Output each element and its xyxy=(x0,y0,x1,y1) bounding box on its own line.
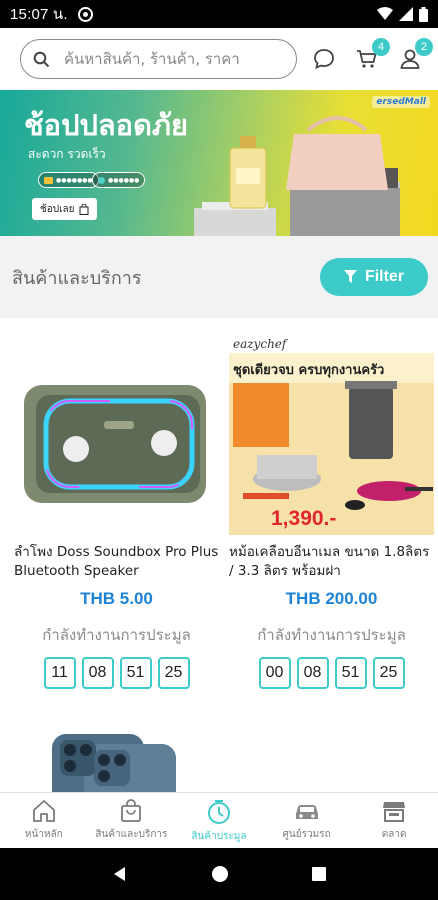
timer-icon xyxy=(207,800,230,824)
product-name: ลำโพง Doss Soundbox Pro Plus Bluetooth S… xyxy=(14,544,219,579)
banner-shop-label: ช้อปเลย xyxy=(40,203,75,215)
store-icon xyxy=(383,802,406,822)
status-time: 15:07 น. xyxy=(10,6,68,23)
countdown-seconds: 25 xyxy=(157,657,190,689)
product-image xyxy=(14,335,219,535)
app-header: 4 2 xyxy=(0,28,438,90)
nav-market[interactable]: ตลาด xyxy=(350,793,438,848)
nav-products-services[interactable]: สินค้าและบริการ xyxy=(88,793,176,848)
promo-banner[interactable]: ช้อปปลอดภัย สะดวก รวดเร็ว ●●●●●●● ●●●●●●… xyxy=(0,90,438,236)
status-bar: 15:07 น. xyxy=(0,0,438,28)
product-card[interactable] xyxy=(14,726,219,792)
search-bar[interactable] xyxy=(20,39,297,79)
auction-countdown: 11 08 51 25 xyxy=(14,657,219,689)
home-button-icon[interactable] xyxy=(211,865,229,883)
filter-button[interactable]: Filter xyxy=(320,258,428,296)
section-title: สินค้าและบริการ xyxy=(12,267,142,289)
image-headline-text: ชุดเดียวจบ ครบทุกงานครัว xyxy=(233,363,385,378)
recents-icon[interactable] xyxy=(311,866,327,882)
countdown-hours: 08 xyxy=(81,657,114,689)
banner-products-illustration xyxy=(194,116,400,236)
banner-secure-badge: ●●●●●● xyxy=(92,172,146,188)
product-price: THB 5.00 xyxy=(80,589,153,608)
nav-label: ตลาด xyxy=(381,829,407,840)
section-header: สินค้าและบริการ Filter xyxy=(0,236,438,318)
nav-label: สินค้าและบริการ xyxy=(95,829,168,840)
nav-label: หน้าหลัก xyxy=(24,829,63,840)
product-image: eazychef ชุดเดียวจบ ครบทุกงานครัว 1,390.… xyxy=(229,335,434,535)
nav-label: ศูนย์รวมรถ xyxy=(282,829,331,840)
notification-icon xyxy=(77,6,93,22)
image-brand-text: eazychef xyxy=(233,337,287,351)
account-badge: 2 xyxy=(415,38,433,56)
shopping-bag-icon xyxy=(79,203,89,215)
nav-label: สินค้าประมูล xyxy=(191,831,247,842)
product-card[interactable]: eazychef ชุดเดียวจบ ครบทุกงานครัว 1,390.… xyxy=(229,335,434,689)
phone-illustration xyxy=(52,734,176,792)
wifi-icon xyxy=(377,7,393,20)
signal-icon xyxy=(399,7,413,21)
countdown-days: 00 xyxy=(258,657,291,689)
cart-button[interactable]: 4 xyxy=(352,38,390,74)
product-image xyxy=(14,726,219,792)
auction-countdown: 00 08 51 25 xyxy=(229,657,434,689)
product-grid: ลำโพง Doss Soundbox Pro Plus Bluetooth S… xyxy=(0,318,438,792)
countdown-days: 11 xyxy=(43,657,76,689)
product-name: หม้อเคลือบอีนาเมล ขนาด 1.8ลิตร / 3.3 ลิต… xyxy=(229,544,430,579)
nav-home[interactable]: หน้าหลัก xyxy=(0,793,88,848)
countdown-minutes: 51 xyxy=(119,657,152,689)
nav-auction[interactable]: สินค้าประมูล xyxy=(175,793,263,848)
bottom-navigation: หน้าหลัก สินค้าและบริการ สินค้าประมูล ศู… xyxy=(0,792,438,848)
product-price: THB 200.00 xyxy=(285,589,378,608)
banner-title: ช้อปปลอดภัย xyxy=(24,108,189,142)
image-price-text: 1,390.- xyxy=(271,507,337,530)
banner-shop-button[interactable]: ช้อปเลย xyxy=(32,198,97,220)
countdown-hours: 08 xyxy=(296,657,329,689)
countdown-minutes: 51 xyxy=(334,657,367,689)
auction-status: กำลังทำงานการประมูล xyxy=(42,626,191,644)
banner-subtitle: สะดวก รวดเร็ว xyxy=(28,147,106,161)
filter-icon xyxy=(343,270,357,283)
nav-car-center[interactable]: ศูนย์รวมรถ xyxy=(263,793,351,848)
countdown-seconds: 25 xyxy=(372,657,405,689)
home-icon xyxy=(32,800,55,822)
status-icons xyxy=(377,6,428,22)
shopping-bag-icon xyxy=(121,799,142,822)
search-icon xyxy=(33,51,50,67)
search-input[interactable] xyxy=(64,50,284,68)
chat-icon xyxy=(313,49,334,70)
filter-label: Filter xyxy=(364,268,405,285)
system-navigation-bar xyxy=(0,848,438,900)
account-button[interactable]: 2 xyxy=(395,38,433,74)
auction-status: กำลังทำงานการประมูล xyxy=(257,626,406,644)
car-icon xyxy=(295,805,318,819)
battery-icon xyxy=(419,6,428,22)
speaker-illustration xyxy=(24,385,206,503)
cart-badge: 4 xyxy=(372,38,390,56)
banner-delivery-badge: ●●●●●●● xyxy=(38,172,99,188)
back-icon[interactable] xyxy=(111,865,129,883)
chat-button[interactable] xyxy=(309,44,338,74)
product-card[interactable]: ลำโพง Doss Soundbox Pro Plus Bluetooth S… xyxy=(14,335,219,689)
